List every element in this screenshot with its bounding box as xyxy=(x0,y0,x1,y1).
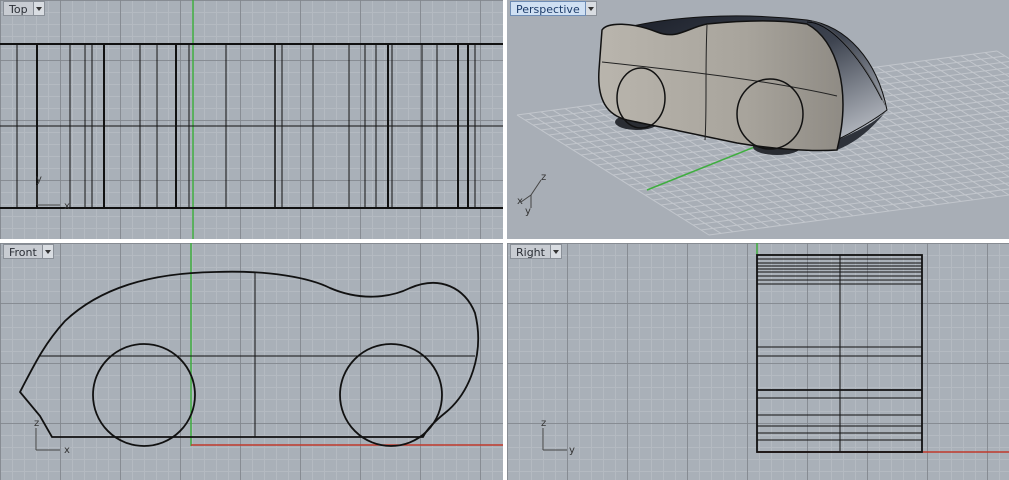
viewport-title-front[interactable]: Front xyxy=(3,244,54,259)
viewport-label: Front xyxy=(3,244,43,259)
viewport-top[interactable]: Top y x xyxy=(0,0,503,239)
axis-label-x: x xyxy=(64,445,70,456)
chevron-down-icon[interactable] xyxy=(33,1,45,16)
top-view-drawing: y x xyxy=(0,0,503,239)
chevron-down-icon[interactable] xyxy=(585,1,597,16)
viewport-title-top[interactable]: Top xyxy=(3,1,45,16)
axis-label-y: y xyxy=(569,445,575,456)
viewport-label: Right xyxy=(510,244,551,259)
viewport-label: Top xyxy=(3,1,34,16)
axis-label-x: x xyxy=(64,201,70,212)
viewport-right[interactable]: Right z y xyxy=(507,243,1009,480)
axis-label-x: x xyxy=(517,196,523,207)
axis-label-z: z xyxy=(34,418,39,429)
perspective-view-drawing: z x y xyxy=(516,15,1009,236)
axis-label-z: z xyxy=(541,418,546,429)
axis-label-y: y xyxy=(36,174,42,185)
chevron-down-icon[interactable] xyxy=(550,244,562,259)
viewport-perspective[interactable]: Perspective z x y xyxy=(507,0,1009,239)
right-view-drawing: z y xyxy=(541,243,1009,456)
viewport-front[interactable]: Front z x xyxy=(0,243,503,480)
axis-label-y: y xyxy=(525,206,531,217)
axis-label-z: z xyxy=(541,172,546,183)
front-view-drawing: z x xyxy=(18,243,503,456)
viewport-title-perspective[interactable]: Perspective xyxy=(510,1,597,16)
viewport-title-right[interactable]: Right xyxy=(510,244,562,259)
viewport-label: Perspective xyxy=(510,1,586,16)
chevron-down-icon[interactable] xyxy=(42,244,54,259)
